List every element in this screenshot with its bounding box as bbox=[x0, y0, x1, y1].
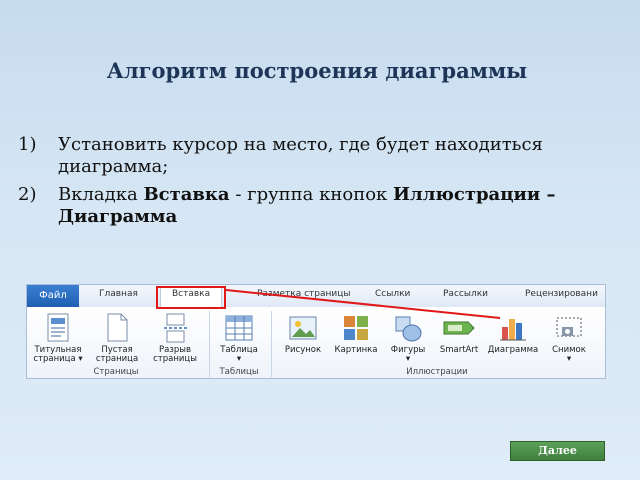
pointer-arrow bbox=[225, 289, 501, 319]
next-button[interactable]: Далее bbox=[510, 441, 605, 461]
